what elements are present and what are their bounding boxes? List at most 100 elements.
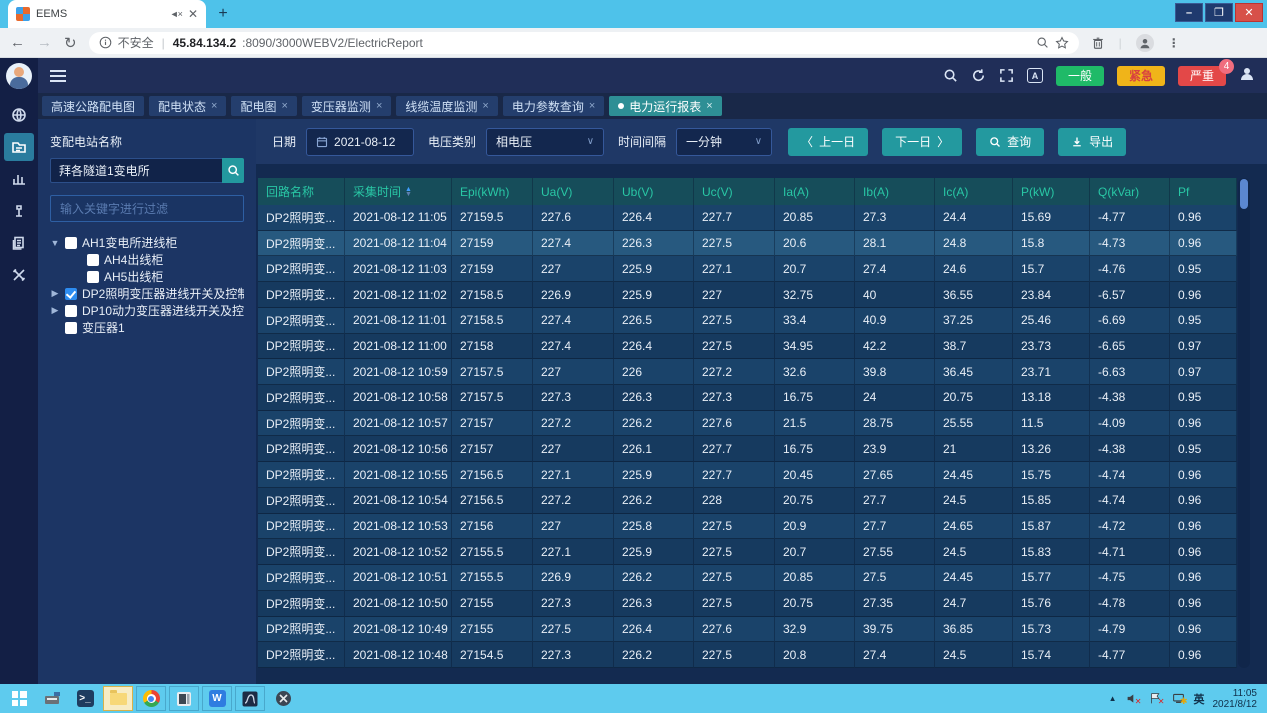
table-row[interactable]: DP2照明变...2021-08-12 11:0427159227.4226.3… xyxy=(258,231,1237,257)
tab-close-icon[interactable]: ✕ xyxy=(188,7,198,21)
column-header-Pf[interactable]: Pf xyxy=(1170,178,1237,205)
column-header-Ia(A)[interactable]: Ia(A) xyxy=(775,178,855,205)
chrome-icon[interactable] xyxy=(136,686,166,711)
user-avatar[interactable] xyxy=(6,63,32,89)
tab-close-icon[interactable]: × xyxy=(281,100,287,112)
interval-select[interactable]: 一分钟∨ xyxy=(676,128,772,156)
voltage-type-select[interactable]: 相电压∨ xyxy=(486,128,604,156)
tree-checkbox[interactable] xyxy=(87,254,99,266)
config-tool-icon[interactable] xyxy=(268,686,298,711)
alarm-critical-button[interactable]: 严重4 xyxy=(1178,66,1226,86)
tree-expand-icon[interactable]: ▶ xyxy=(50,305,60,316)
table-row[interactable]: DP2照明变...2021-08-12 11:0027158227.4226.4… xyxy=(258,334,1237,360)
browser-menu-icon[interactable]: ⋮ xyxy=(1168,36,1180,50)
zoom-icon[interactable] xyxy=(1036,36,1049,49)
prev-day-button[interactable]: 〈 上一日 xyxy=(788,128,868,156)
table-row[interactable]: DP2照明变...2021-08-12 10:5927157.522722622… xyxy=(258,359,1237,385)
table-row[interactable]: DP2照明变...2021-08-12 10:5227155.5227.1225… xyxy=(258,539,1237,565)
new-tab-button[interactable]: + xyxy=(214,5,232,23)
rail-item-maintenance[interactable] xyxy=(4,261,34,289)
powershell-icon[interactable]: >_ xyxy=(70,686,100,711)
tree-node[interactable]: ▼ AH1变电所进线柜 xyxy=(50,234,244,251)
rail-item-control[interactable] xyxy=(4,197,34,225)
table-row[interactable]: DP2照明变...2021-08-12 10:5627157227226.122… xyxy=(258,436,1237,462)
reload-icon[interactable]: ↻ xyxy=(64,34,77,52)
table-row[interactable]: DP2照明变...2021-08-12 10:4927155227.5226.4… xyxy=(258,617,1237,643)
table-row[interactable]: DP2照明变...2021-08-12 10:5427156.5227.2226… xyxy=(258,488,1237,514)
tree-expand-icon[interactable]: ▶ xyxy=(50,288,60,299)
query-button[interactable]: 查询 xyxy=(976,128,1044,156)
column-header-Ic(A)[interactable]: Ic(A) xyxy=(935,178,1013,205)
network-status-icon[interactable]: ✱ xyxy=(1171,692,1186,705)
column-header-Epi(kWh)[interactable]: Epi(kWh) xyxy=(452,178,533,205)
tree-node[interactable]: ▶ DP10动力变压器进线开关及控制室 xyxy=(50,302,244,319)
tree-checkbox[interactable] xyxy=(65,305,77,317)
tree-expand-icon[interactable]: ▼ xyxy=(50,238,60,248)
tree-node-label[interactable]: DP10动力变压器进线开关及控制室 xyxy=(82,302,244,319)
table-row[interactable]: DP2照明变...2021-08-12 10:5827157.5227.3226… xyxy=(258,385,1237,411)
rail-item-statistics[interactable] xyxy=(4,165,34,193)
rail-item-reports[interactable] xyxy=(4,133,34,161)
action-center-flag-icon[interactable]: ✕ xyxy=(1148,692,1163,705)
tree-node[interactable]: AH5出线柜 xyxy=(50,268,244,285)
tray-expand-icon[interactable]: ▲ xyxy=(1109,694,1117,703)
tab-配电状态[interactable]: 配电状态× xyxy=(149,96,226,116)
table-row[interactable]: DP2照明变...2021-08-12 10:5027155227.3226.3… xyxy=(258,591,1237,617)
user-menu-icon[interactable] xyxy=(1239,66,1255,85)
fullscreen-icon[interactable] xyxy=(999,68,1014,83)
tab-电力运行报表[interactable]: 电力运行报表× xyxy=(609,96,721,116)
tab-close-icon[interactable]: × xyxy=(706,100,712,112)
column-header-采集时间[interactable]: 采集时间▲▼ xyxy=(345,178,452,205)
export-button[interactable]: 导出 xyxy=(1058,128,1126,156)
design-tool-icon[interactable] xyxy=(235,686,265,711)
column-header-回路名称[interactable]: 回路名称 xyxy=(258,178,345,205)
server-manager-icon[interactable] xyxy=(37,686,67,711)
tab-变压器监测[interactable]: 变压器监测× xyxy=(302,96,391,116)
station-search-button[interactable] xyxy=(222,158,244,183)
trash-icon[interactable] xyxy=(1091,36,1105,50)
menu-toggle-icon[interactable] xyxy=(50,70,66,82)
table-row[interactable]: DP2照明变...2021-08-12 10:5327156227225.822… xyxy=(258,514,1237,540)
sort-icon[interactable]: ▲▼ xyxy=(405,187,412,197)
tree-node[interactable]: ▶ DP2照明变压器进线开关及控制室 xyxy=(50,285,244,302)
column-header-Q(kVar)[interactable]: Q(kVar) xyxy=(1090,178,1170,205)
volume-muted-icon[interactable]: ✕ xyxy=(1125,692,1140,705)
wps-icon[interactable]: W xyxy=(202,686,232,711)
refresh-icon[interactable] xyxy=(971,68,986,83)
alarm-urgent-button[interactable]: 紧急 xyxy=(1117,66,1165,86)
file-explorer-icon[interactable] xyxy=(103,686,133,711)
horizontal-scrollbar-track[interactable] xyxy=(256,668,1267,684)
profile-avatar-icon[interactable] xyxy=(1136,34,1154,52)
back-icon[interactable]: ← xyxy=(10,34,25,51)
window-minimize-button[interactable]: – xyxy=(1175,3,1203,22)
tree-checkbox[interactable] xyxy=(87,271,99,283)
ime-language-indicator[interactable]: 英 xyxy=(1194,691,1205,707)
column-header-Ua(V)[interactable]: Ua(V) xyxy=(533,178,614,205)
alarm-normal-button[interactable]: 一般 xyxy=(1056,66,1104,86)
tab-close-icon[interactable]: × xyxy=(211,100,217,112)
bookmark-star-icon[interactable] xyxy=(1055,36,1069,50)
tab-close-icon[interactable]: × xyxy=(482,100,488,112)
tree-node-label[interactable]: AH1变电所进线柜 xyxy=(82,234,177,251)
table-row[interactable]: DP2照明变...2021-08-12 11:0127158.5227.4226… xyxy=(258,308,1237,334)
forward-icon[interactable]: → xyxy=(37,34,52,51)
column-header-Ub(V)[interactable]: Ub(V) xyxy=(614,178,694,205)
date-input[interactable]: 2021-08-12 xyxy=(306,128,414,156)
taskbar-clock[interactable]: 11:05 2021/8/12 xyxy=(1213,688,1258,710)
tree-node-label[interactable]: AH4出线柜 xyxy=(104,251,163,268)
browser-tab[interactable]: EEMS ◄× ✕ xyxy=(8,0,206,28)
column-header-Ib(A)[interactable]: Ib(A) xyxy=(855,178,935,205)
next-day-button[interactable]: 下一日 〉 xyxy=(882,128,962,156)
search-icon[interactable] xyxy=(943,68,958,83)
vertical-scrollbar[interactable] xyxy=(1238,178,1250,668)
tree-node-label[interactable]: DP2照明变压器进线开关及控制室 xyxy=(82,285,244,302)
tab-muted-speaker-icon[interactable]: ◄× xyxy=(170,9,182,19)
tree-checkbox[interactable] xyxy=(65,322,77,334)
tree-checkbox[interactable] xyxy=(65,288,77,300)
column-header-Uc(V)[interactable]: Uc(V) xyxy=(694,178,775,205)
tree-node[interactable]: AH4出线柜 xyxy=(50,251,244,268)
tab-close-icon[interactable]: × xyxy=(589,100,595,112)
table-row[interactable]: DP2照明变...2021-08-12 11:0227158.5226.9225… xyxy=(258,282,1237,308)
translate-icon[interactable]: A xyxy=(1027,68,1043,83)
tree-filter-input[interactable]: 输入关键字进行过滤 xyxy=(50,195,244,222)
